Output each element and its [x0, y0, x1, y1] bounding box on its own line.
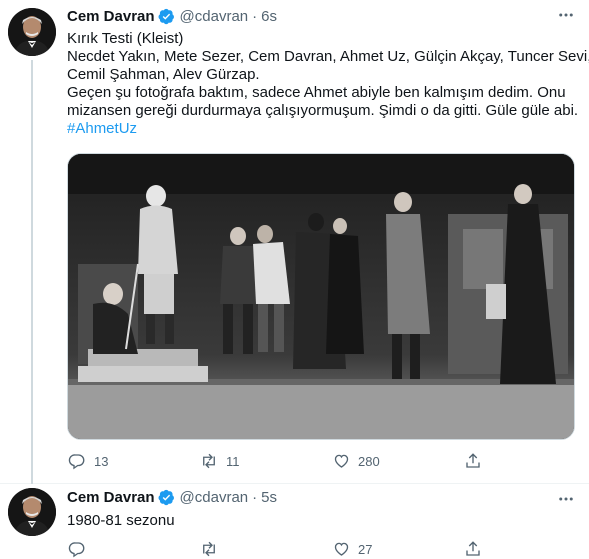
tweet-header: Cem Davran @cdavran · 6s — [67, 8, 277, 25]
tweet-text-line: mizansen gereği durdurmaya çalışıyormuşu… — [67, 102, 579, 119]
tweet[interactable]: Cem Davran @cdavran · 6s Kırık Testi (Kl… — [0, 0, 589, 484]
reply-button[interactable]: 13 — [60, 449, 192, 473]
like-icon — [324, 537, 358, 559]
hashtag-link[interactable]: #AhmetUz — [67, 120, 582, 138]
thread-line — [31, 60, 33, 484]
tweet-text-line: Necdet Yakın, Mete Sezer, Cem Davran, Ah… — [67, 48, 589, 65]
separator-dot: · — [252, 8, 258, 25]
stage-photo — [68, 154, 574, 439]
tweet-text: 1980-81 sezonu — [67, 512, 582, 530]
tweet-text-line: Geçen şu fotoğrafa baktım, sadece Ahmet … — [67, 84, 566, 101]
author-name[interactable]: Cem Davran — [67, 489, 155, 506]
like-button[interactable]: 27 — [324, 537, 456, 559]
reply-button[interactable] — [60, 537, 192, 559]
reply-icon — [60, 449, 94, 473]
like-button[interactable]: 280 — [324, 449, 456, 473]
tweet-text: Kırık Testi (Kleist) Necdet Yakın, Mete … — [67, 30, 589, 138]
tweet-text-line: Kırık Testi (Kleist) — [67, 30, 184, 47]
more-icon[interactable] — [555, 488, 577, 510]
retweet-icon — [192, 449, 226, 473]
like-count: 27 — [358, 541, 373, 557]
tweet-actions: 27 — [60, 537, 500, 559]
timestamp[interactable]: 6s — [261, 8, 277, 25]
more-icon[interactable] — [555, 4, 577, 26]
tweet-text-line: Cemil Şahman, Alev Gürzap. — [67, 66, 260, 83]
retweet-button[interactable] — [192, 537, 324, 559]
share-icon — [456, 537, 490, 559]
tweet-actions: 13 11 280 — [60, 449, 500, 473]
author-handle[interactable]: @cdavran — [180, 489, 249, 506]
share-button[interactable] — [456, 449, 496, 473]
timestamp[interactable]: 5s — [261, 489, 277, 506]
avatar[interactable] — [8, 8, 56, 56]
author-name[interactable]: Cem Davran — [67, 8, 155, 25]
verified-badge-icon — [158, 489, 174, 506]
like-count: 280 — [358, 453, 380, 469]
reply-count: 13 — [94, 453, 109, 469]
reply-icon — [60, 537, 94, 559]
tweet-header: Cem Davran @cdavran · 5s — [67, 489, 277, 506]
retweet-button[interactable]: 11 — [192, 449, 324, 473]
retweet-count: 11 — [226, 453, 240, 469]
share-button[interactable] — [456, 537, 496, 559]
share-icon — [456, 449, 490, 473]
avatar-photo — [8, 8, 56, 56]
author-handle[interactable]: @cdavran — [180, 8, 249, 25]
tweet-text-line: 1980-81 sezonu — [67, 512, 175, 529]
tweet-photo[interactable] — [67, 153, 575, 440]
separator-dot: · — [252, 489, 258, 506]
avatar-photo — [8, 488, 56, 536]
tweet[interactable]: Cem Davran @cdavran · 5s 1980-81 sezonu — [0, 484, 589, 559]
verified-badge-icon — [158, 8, 174, 25]
like-icon — [324, 449, 358, 473]
avatar[interactable] — [8, 488, 56, 536]
retweet-icon — [192, 537, 226, 559]
